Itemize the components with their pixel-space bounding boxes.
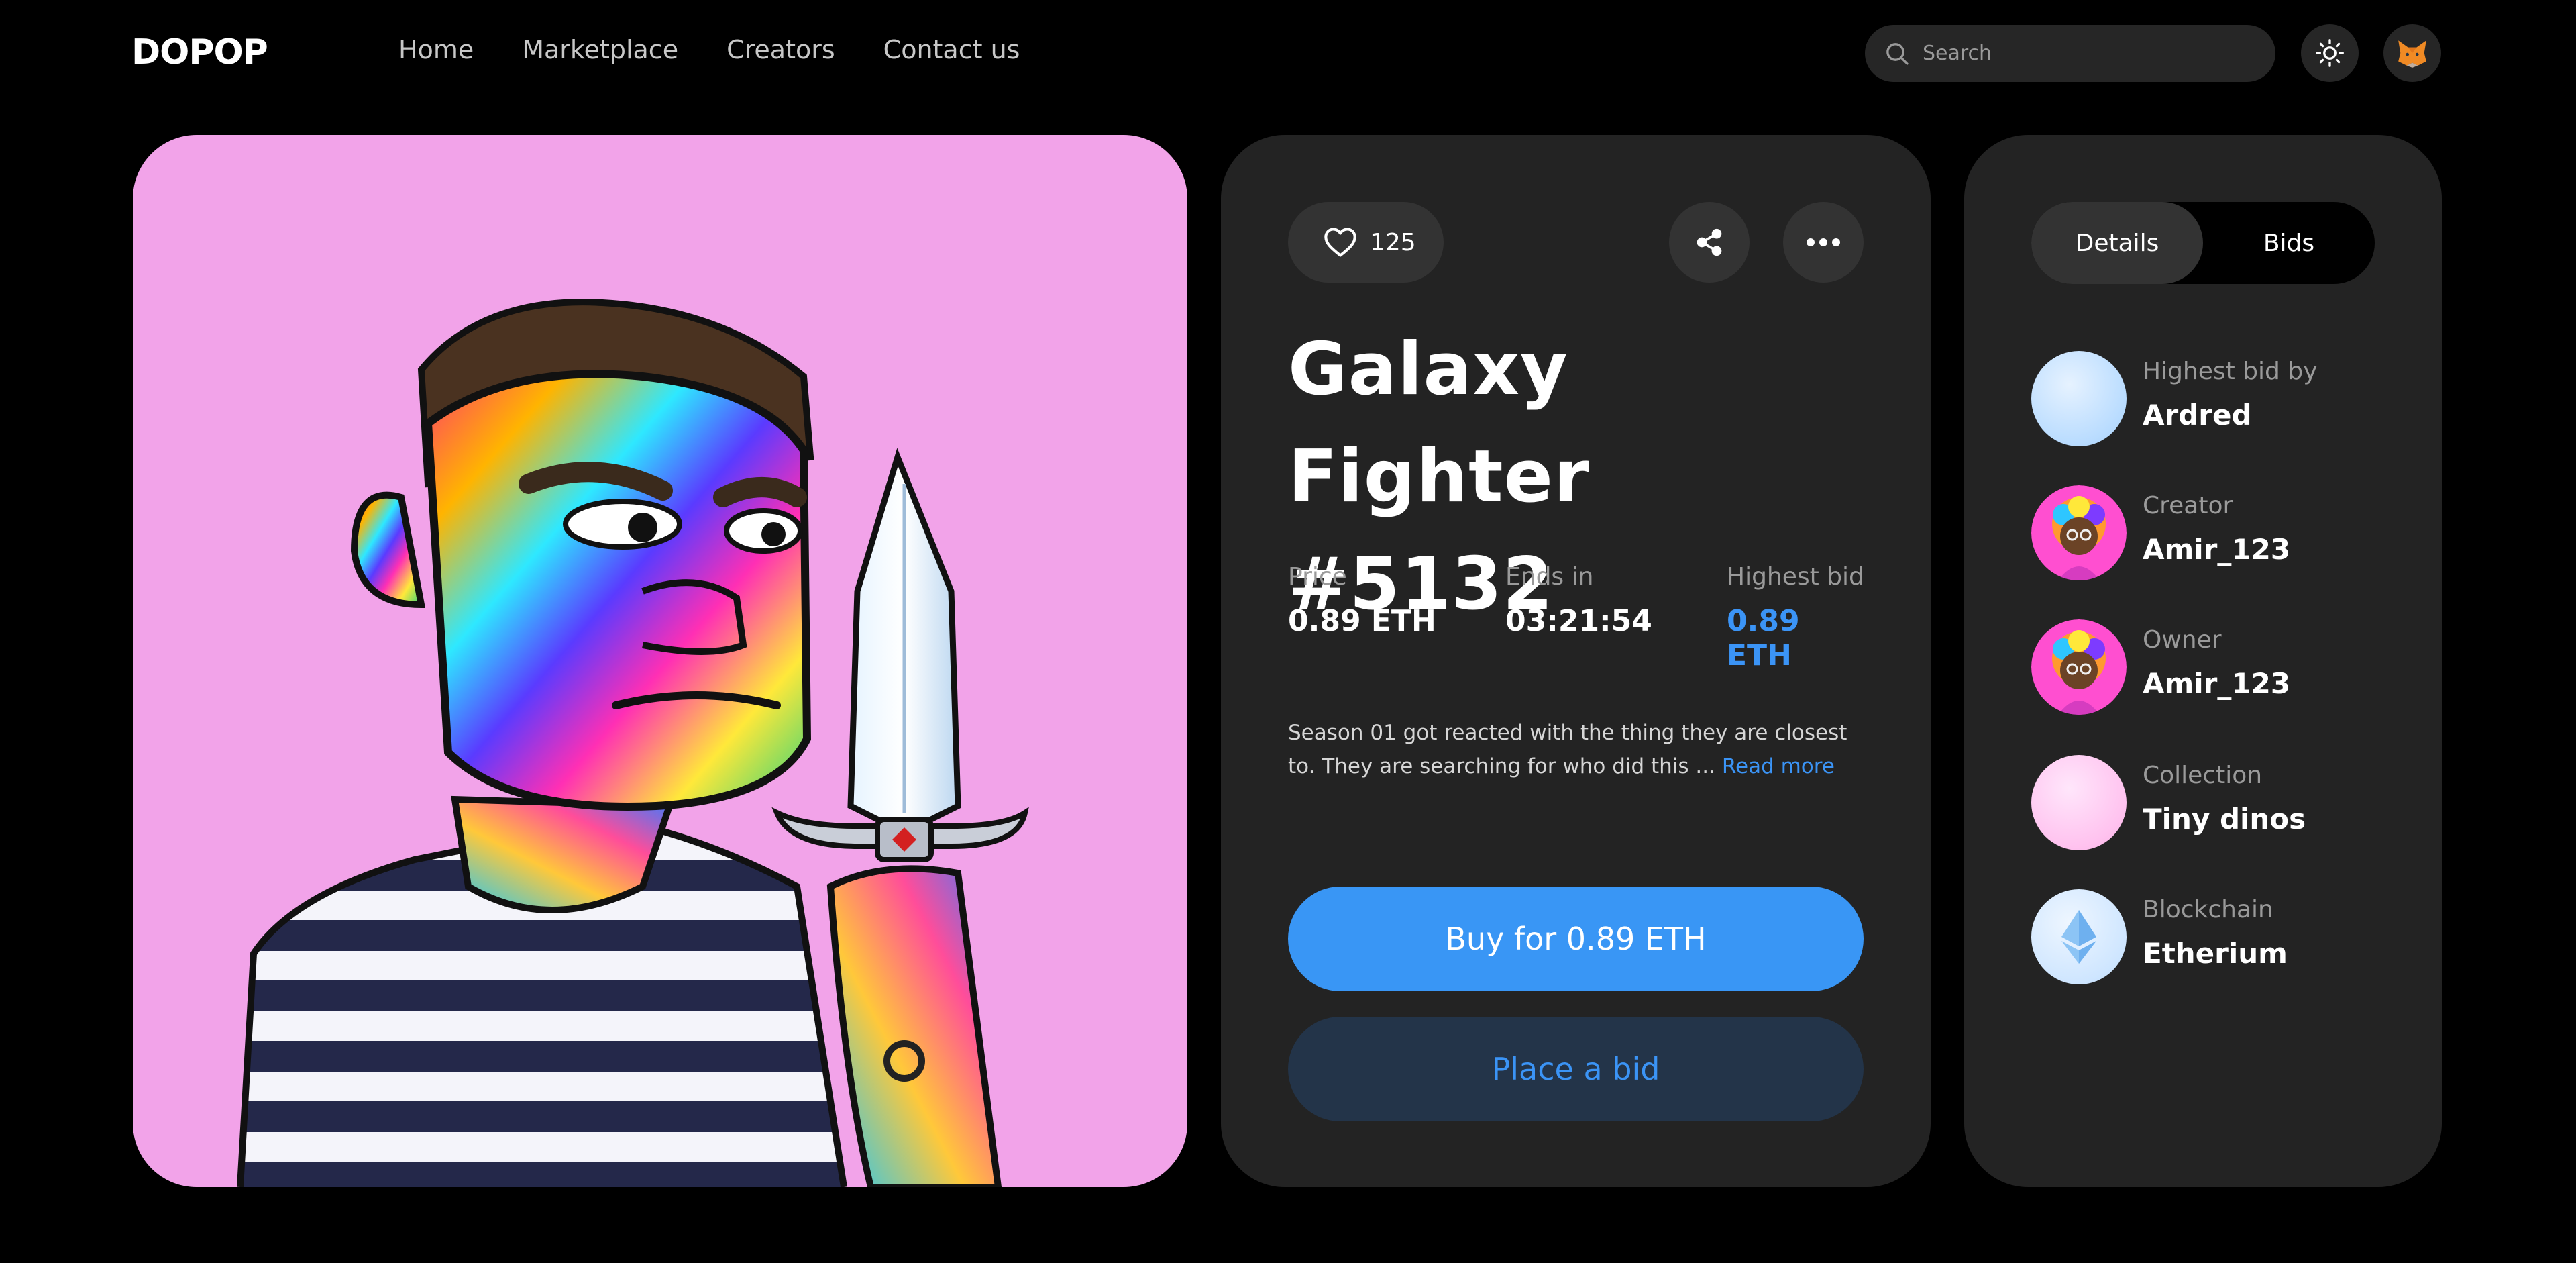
buy-button[interactable]: Buy for 0.89 ETH: [1288, 887, 1864, 991]
tab-details[interactable]: Details: [2031, 202, 2203, 284]
search-icon: [1886, 42, 1909, 65]
price-value: 0.89 ETH: [1288, 604, 1436, 638]
item-stats: Price 0.89 ETH Ends in 03:21:54 Highest …: [1288, 563, 1865, 672]
avatar: [2031, 755, 2127, 850]
read-more-link[interactable]: Read more: [1722, 754, 1835, 778]
item-description: Season 01 got reacted with the thing the…: [1288, 716, 1878, 783]
info-label: Collection: [2143, 762, 2263, 789]
ends-in-stat: Ends in 03:21:54: [1505, 563, 1652, 638]
nft-detail-page: DOPOP Home Marketplace Creators Contact …: [0, 0, 2576, 1263]
price-stat: Price 0.89 ETH: [1288, 563, 1436, 638]
nft-artwork: [133, 135, 1187, 1187]
ends-in-value: 03:21:54: [1505, 604, 1652, 638]
avatar: [2031, 619, 2127, 715]
share-button[interactable]: [1669, 202, 1750, 283]
logo[interactable]: DOPOP: [131, 32, 268, 72]
info-row-collection[interactable]: Collection Tiny dinos: [2031, 755, 2407, 853]
ends-in-label: Ends in: [1505, 563, 1594, 591]
main-nav: Home Marketplace Creators Contact us: [398, 35, 1020, 64]
info-value: Ardred: [2143, 399, 2252, 432]
info-label: Owner: [2143, 626, 2222, 654]
info-row-blockchain[interactable]: Blockchain Etherium: [2031, 889, 2407, 987]
item-detail-card: 125 Galaxy Fighter #5132 Price 0.89 ETH …: [1221, 135, 1931, 1187]
info-row-creator[interactable]: Creator Amir_123: [2031, 485, 2407, 583]
fox-icon: [2398, 40, 2426, 68]
ethereum-icon: [2061, 910, 2096, 964]
info-label: Creator: [2143, 492, 2233, 519]
item-info-card: Details Bids Highest bid by Ardred Creat…: [1964, 135, 2442, 1187]
item-title-name: Galaxy Fighter: [1288, 327, 1591, 519]
info-value: Etherium: [2143, 937, 2288, 970]
highest-bid-stat: Highest bid 0.89 ETH: [1727, 563, 1865, 672]
search-input[interactable]: [1923, 42, 2271, 65]
info-label: Blockchain: [2143, 896, 2273, 923]
wallet-button[interactable]: [2383, 24, 2441, 82]
nft-artwork-illustration: [237, 299, 1029, 1187]
more-icon: [1807, 238, 1840, 246]
info-value: Amir_123: [2143, 533, 2291, 566]
info-row-owner[interactable]: Owner Amir_123: [2031, 619, 2407, 717]
info-tabs: Details Bids: [2031, 202, 2375, 284]
tab-bids[interactable]: Bids: [2203, 202, 2375, 284]
heart-icon: [1324, 228, 1356, 257]
theme-toggle-button[interactable]: [2301, 24, 2359, 82]
info-row-highest-bidder[interactable]: Highest bid by Ardred: [2031, 351, 2407, 449]
info-value: Tiny dinos: [2143, 803, 2306, 836]
highest-bid-label: Highest bid: [1727, 563, 1864, 591]
highest-bid-value: 0.89 ETH: [1727, 604, 1800, 672]
more-options-button[interactable]: [1783, 202, 1864, 283]
nav-marketplace[interactable]: Marketplace: [522, 35, 678, 64]
like-button[interactable]: 125: [1288, 202, 1444, 283]
place-bid-button[interactable]: Place a bid: [1288, 1017, 1864, 1121]
sun-icon: [2316, 39, 2344, 67]
nav-creators[interactable]: Creators: [727, 35, 835, 64]
avatar: [2031, 485, 2127, 580]
share-icon: [1697, 228, 1722, 256]
nav-contact[interactable]: Contact us: [883, 35, 1020, 64]
info-value: Amir_123: [2143, 667, 2291, 700]
likes-count: 125: [1370, 228, 1416, 256]
avatar: [2031, 351, 2127, 446]
price-label: Price: [1288, 563, 1347, 591]
search-bar[interactable]: [1865, 25, 2275, 82]
info-label: Highest bid by: [2143, 358, 2318, 385]
avatar: [2031, 889, 2127, 984]
nav-home[interactable]: Home: [398, 35, 474, 64]
